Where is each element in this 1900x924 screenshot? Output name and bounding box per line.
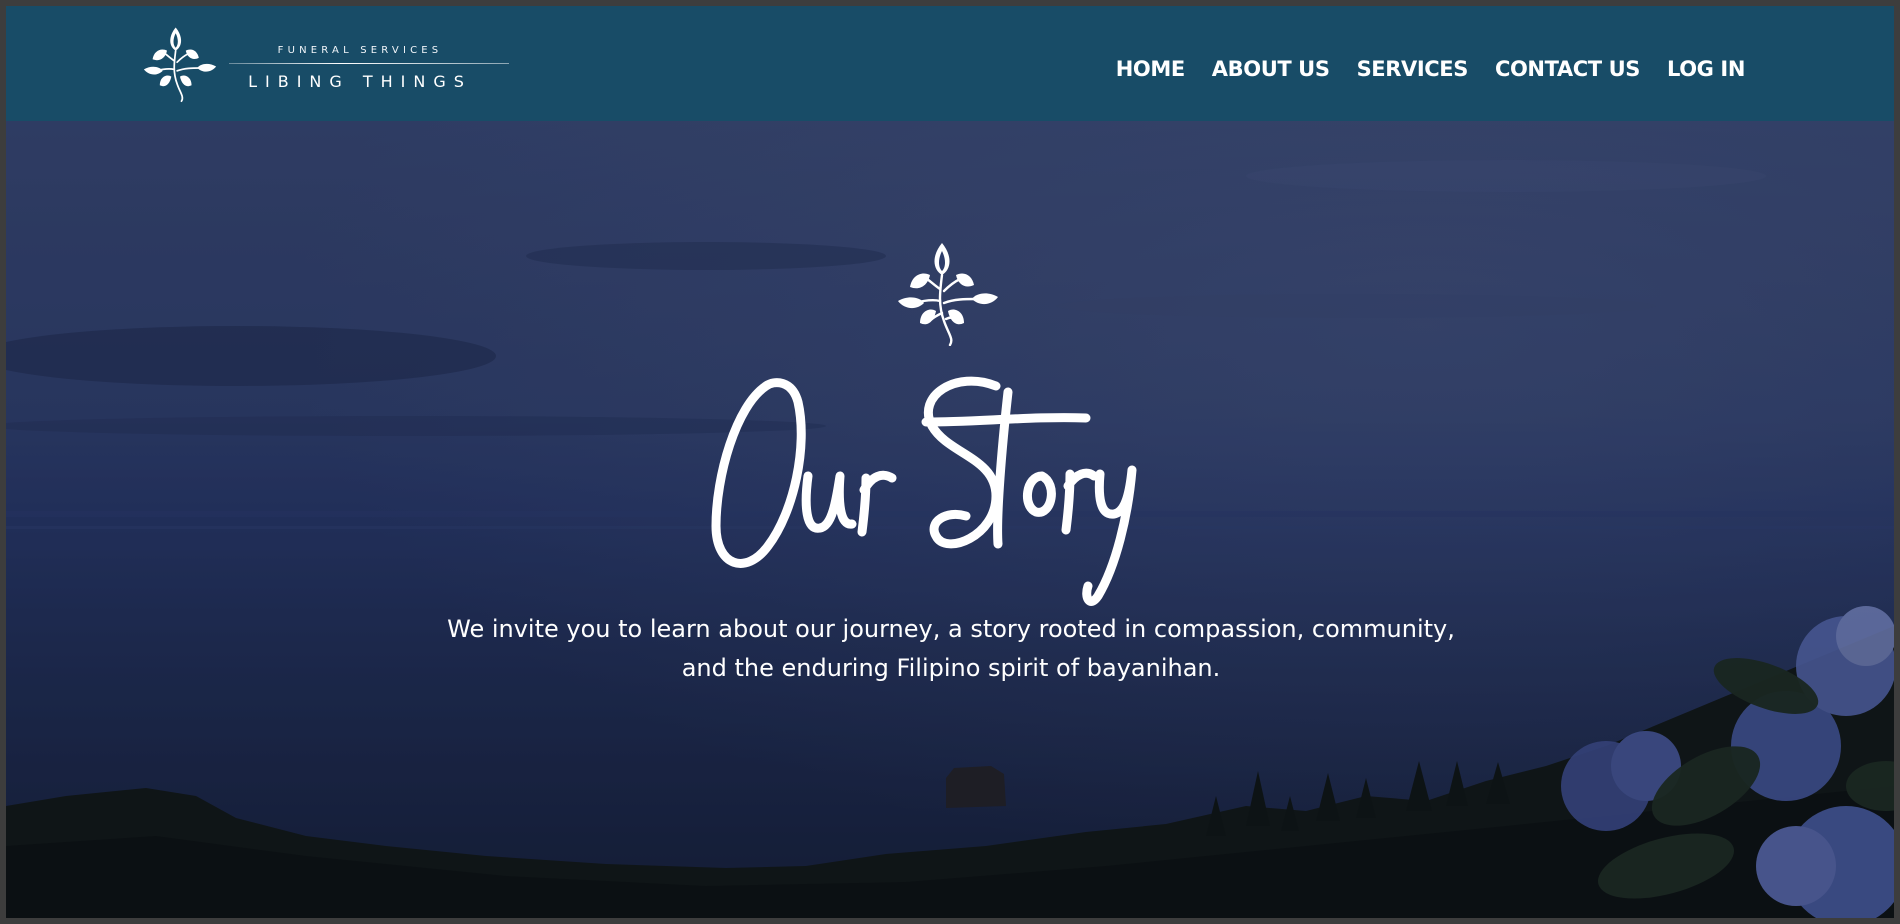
hero-description-line-2: and the enduring Filipino spirit of baya… bbox=[681, 654, 1221, 682]
leaf-sprig-icon bbox=[898, 243, 998, 346]
brand-subtitle: FUNERAL SERVICES bbox=[277, 45, 443, 56]
nav-contact-us[interactable]: CONTACT US bbox=[1495, 57, 1640, 81]
hero-description: We invite you to learn about our journey… bbox=[346, 610, 1556, 688]
main-nav: HOME ABOUT US SERVICES CONTACT US LOG IN bbox=[1116, 57, 1746, 81]
hero-title bbox=[711, 376, 1137, 606]
nav-home[interactable]: HOME bbox=[1116, 57, 1185, 81]
nav-log-in[interactable]: LOG IN bbox=[1667, 57, 1745, 81]
nav-about-us[interactable]: ABOUT US bbox=[1212, 57, 1330, 81]
brand-divider bbox=[229, 63, 509, 64]
brand-logo[interactable]: FUNERAL SERVICES LIBING THINGS bbox=[141, 24, 511, 104]
navbar: FUNERAL SERVICES LIBING THINGS HOME ABOU… bbox=[6, 6, 1894, 121]
leaf-sprig-icon bbox=[143, 27, 217, 103]
nav-services[interactable]: SERVICES bbox=[1357, 57, 1469, 81]
hero-section: We invite you to learn about our journey… bbox=[6, 6, 1894, 918]
brand-name: LIBING THINGS bbox=[248, 72, 472, 91]
page-frame: We invite you to learn about our journey… bbox=[6, 6, 1894, 918]
hero-description-line-1: We invite you to learn about our journey… bbox=[447, 615, 1455, 643]
